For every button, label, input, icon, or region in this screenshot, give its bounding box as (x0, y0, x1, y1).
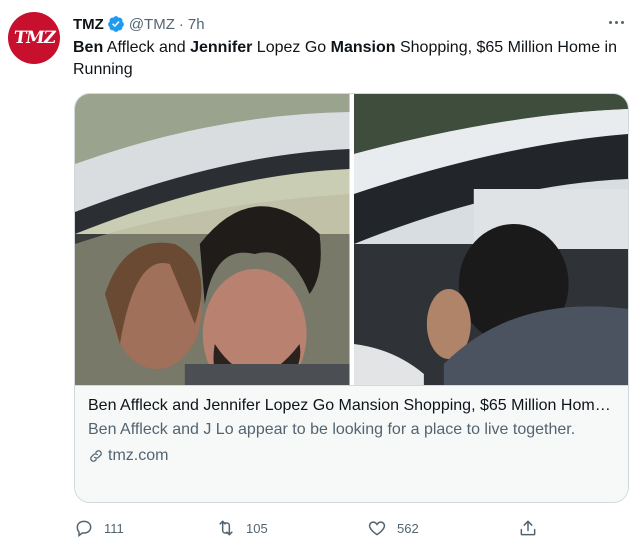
link-icon (90, 450, 102, 462)
reply-icon (76, 520, 92, 537)
heart-icon (368, 521, 386, 536)
text-part: Lopez Go (252, 39, 331, 56)
retweet-count: 105 (246, 520, 268, 536)
author-name[interactable]: TMZ (73, 16, 104, 33)
photo-left[interactable] (75, 94, 350, 385)
reply-button[interactable]: 111 (74, 518, 124, 538)
text-bold-jennifer: Jennifer (190, 39, 253, 56)
action-bar: 111 105 562 (74, 516, 554, 540)
card-domain[interactable]: tmz.com (88, 446, 615, 466)
author-handle[interactable]: @TMZ (129, 16, 175, 33)
card-photos[interactable] (75, 94, 628, 385)
tweet-header: TMZ @TMZ · 7h (73, 14, 205, 34)
verified-badge-icon (107, 16, 124, 32)
tweet[interactable]: TMZ TMZ @TMZ · 7h Ben Affleck and Jennif… (0, 0, 640, 549)
share-button[interactable] (518, 518, 538, 538)
card-text[interactable]: Ben Affleck and Jennifer Lopez Go Mansio… (75, 385, 628, 502)
tweet-timestamp[interactable]: 7h (188, 16, 205, 33)
retweet-icon (219, 520, 233, 536)
text-bold-ben: Ben (73, 39, 104, 56)
separator-dot: · (178, 15, 184, 33)
avatar[interactable]: TMZ (8, 12, 60, 64)
like-count: 562 (397, 520, 419, 536)
card-description: Ben Affleck and J Lo appear to be lookin… (88, 421, 576, 438)
text-bold-mansion: Mansion (330, 39, 396, 56)
text-part: Affleck and (103, 39, 191, 56)
card-domain-text: tmz.com (108, 447, 169, 464)
retweet-button[interactable]: 105 (216, 518, 268, 538)
more-options-icon[interactable] (604, 12, 628, 32)
share-icon (520, 520, 536, 536)
tweet-text: Ben Affleck and Jennifer Lopez Go Mansio… (73, 37, 628, 81)
link-card[interactable]: Ben Affleck and Jennifer Lopez Go Mansio… (74, 93, 629, 503)
card-title[interactable]: Ben Affleck and Jennifer Lopez Go Mansio… (88, 396, 615, 416)
like-button[interactable]: 562 (367, 518, 419, 538)
photo-right[interactable] (353, 94, 628, 385)
avatar-logo-text: TMZ (12, 28, 56, 48)
reply-count: 111 (104, 520, 124, 536)
